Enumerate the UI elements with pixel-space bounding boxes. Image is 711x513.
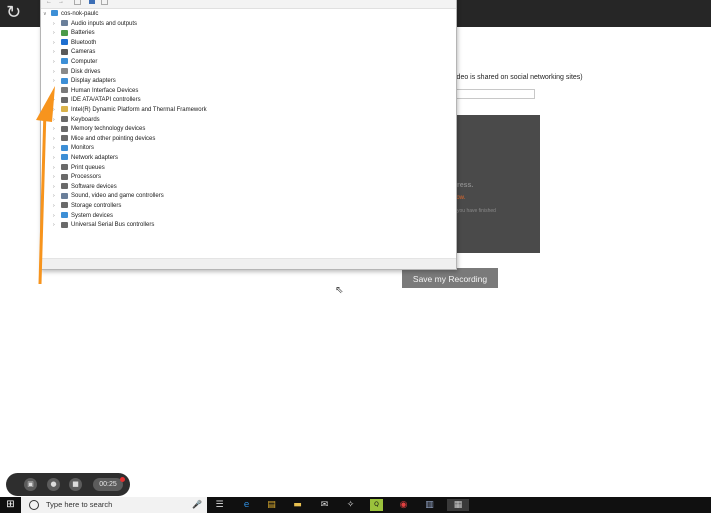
mail-icon[interactable]: ✉ xyxy=(318,499,331,511)
windows-start-icon[interactable]: ⊞ xyxy=(0,497,21,513)
app-icon[interactable]: ✧ xyxy=(344,499,357,511)
taskbar-search-box[interactable]: Type here to search 🎤 xyxy=(21,497,207,513)
webcam-icon[interactable]: ● xyxy=(47,478,60,491)
search-icon xyxy=(29,500,39,510)
chrome-icon[interactable]: ◉ xyxy=(397,499,410,511)
store-icon[interactable]: ▤ xyxy=(265,499,278,511)
screen-icon[interactable]: ▣ xyxy=(24,478,37,491)
recording-timer: 00:25 xyxy=(93,478,123,491)
microphone-icon[interactable]: 🎤 xyxy=(192,497,202,513)
arrow-head-icon xyxy=(36,86,55,122)
taskbar: ⊞ Type here to search 🎤 ☰ e ▤ ▬ ✉ ✧ Q ◉ … xyxy=(0,497,711,513)
network-app-icon[interactable]: ▦ xyxy=(447,499,469,511)
terminal-icon[interactable]: Q xyxy=(370,499,383,511)
recording-indicator-icon xyxy=(120,477,125,482)
search-placeholder: Type here to search xyxy=(46,500,113,509)
annotation-arrow xyxy=(36,86,55,285)
stop-icon[interactable]: ■ xyxy=(69,478,82,491)
file-explorer-icon[interactable]: ▬ xyxy=(291,499,304,511)
recorder-controls: ▣ ● ■ 00:25 xyxy=(6,473,130,496)
notepad-icon[interactable]: ▥ xyxy=(423,499,436,511)
task-view-icon[interactable]: ☰ xyxy=(213,499,226,511)
arrow-shaft xyxy=(38,109,47,285)
edge-icon[interactable]: e xyxy=(240,499,253,511)
